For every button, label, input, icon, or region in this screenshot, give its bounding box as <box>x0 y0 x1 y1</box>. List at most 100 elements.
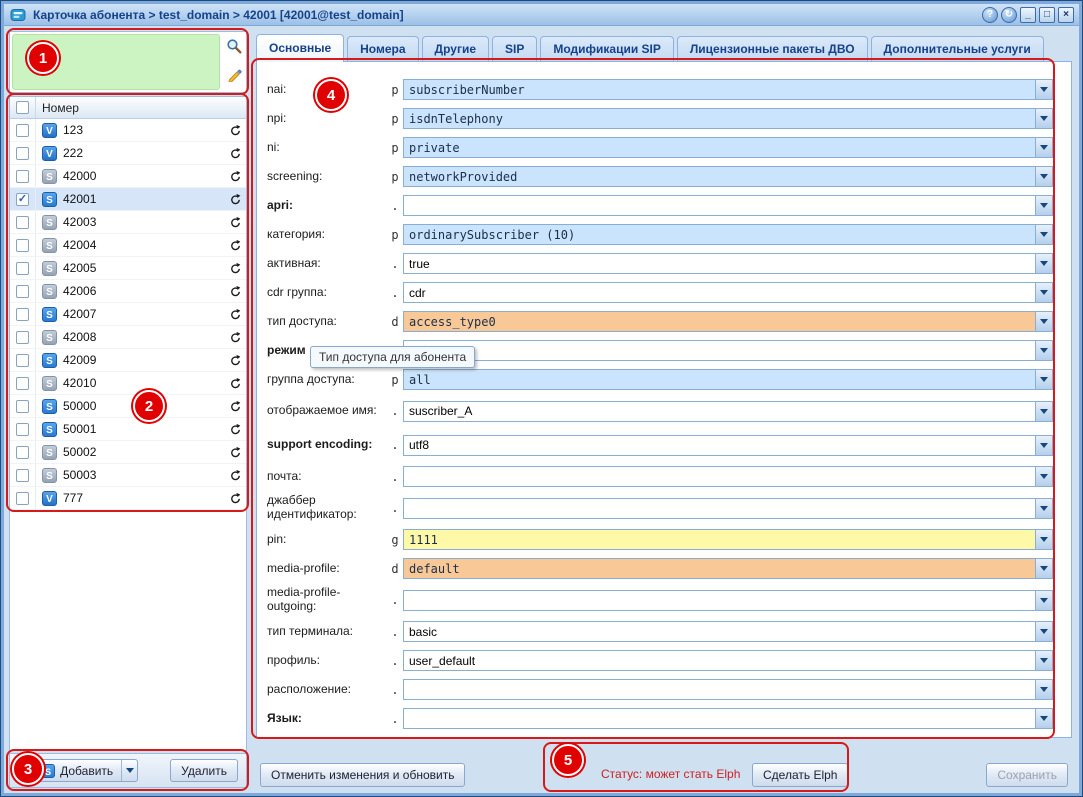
tab-3[interactable]: Другие <box>422 36 489 61</box>
dropdown-trigger-icon[interactable] <box>1035 651 1052 670</box>
dropdown-trigger-icon[interactable] <box>1035 530 1052 549</box>
history-icon[interactable] <box>229 285 242 298</box>
row-checkbox[interactable] <box>16 216 29 229</box>
history-icon[interactable] <box>229 239 242 252</box>
combo-field[interactable]: user_default <box>403 650 1053 671</box>
row-checkbox[interactable] <box>16 147 29 160</box>
combo-field[interactable]: suscriber_A <box>403 401 1053 422</box>
combo-field[interactable] <box>403 466 1053 487</box>
combo-field[interactable]: subscriberNumber <box>403 79 1053 100</box>
combo-field[interactable] <box>403 498 1053 519</box>
history-icon[interactable] <box>229 193 242 206</box>
combo-field[interactable]: 1111 <box>403 529 1053 550</box>
combo-field[interactable]: private <box>403 137 1053 158</box>
dropdown-trigger-icon[interactable] <box>1035 709 1052 728</box>
history-icon[interactable] <box>229 354 242 367</box>
edit-pencil-icon[interactable] <box>225 65 243 83</box>
dropdown-trigger-icon[interactable] <box>1035 167 1052 186</box>
list-item-50003[interactable]: S50003 <box>10 464 246 487</box>
row-checkbox[interactable] <box>16 308 29 321</box>
history-icon[interactable] <box>229 124 242 137</box>
row-checkbox[interactable] <box>16 124 29 137</box>
list-item-42008[interactable]: S42008 <box>10 326 246 349</box>
combo-field[interactable]: networkProvided <box>403 166 1053 187</box>
history-icon[interactable] <box>229 469 242 482</box>
history-icon[interactable] <box>229 446 242 459</box>
dropdown-trigger-icon[interactable] <box>1035 467 1052 486</box>
make-elph-button[interactable]: Сделать Elph <box>752 763 848 787</box>
row-checkbox[interactable] <box>16 262 29 275</box>
combo-field[interactable]: cdr <box>403 282 1053 303</box>
list-item-42009[interactable]: S42009 <box>10 349 246 372</box>
list-item-50000[interactable]: S50000 <box>10 395 246 418</box>
dropdown-trigger-icon[interactable] <box>1035 283 1052 302</box>
tab-5[interactable]: Модификации SIP <box>540 36 674 61</box>
dropdown-trigger-icon[interactable] <box>1035 80 1052 99</box>
tab-4[interactable]: SIP <box>492 36 537 61</box>
list-item-42004[interactable]: S42004 <box>10 234 246 257</box>
row-checkbox[interactable] <box>16 331 29 344</box>
list-item-42000[interactable]: S42000 <box>10 165 246 188</box>
history-icon[interactable] <box>229 262 242 275</box>
list-item-50002[interactable]: S50002 <box>10 441 246 464</box>
select-all-checkbox[interactable] <box>16 101 29 114</box>
refresh-icon[interactable]: ↻ <box>1001 7 1017 23</box>
dropdown-trigger-icon[interactable] <box>1035 341 1052 360</box>
number-column-header[interactable]: Номер <box>36 97 246 118</box>
row-checkbox[interactable] <box>16 285 29 298</box>
close-icon[interactable]: × <box>1058 7 1074 23</box>
combo-field[interactable]: ordinarySubscriber (10) <box>403 224 1053 245</box>
history-icon[interactable] <box>229 216 242 229</box>
dropdown-trigger-icon[interactable] <box>1035 622 1052 641</box>
maximize-icon[interactable]: □ <box>1039 7 1055 23</box>
dropdown-trigger-icon[interactable] <box>1035 138 1052 157</box>
history-icon[interactable] <box>229 308 242 321</box>
combo-field[interactable]: all <box>403 369 1053 390</box>
tab-6[interactable]: Лицензионные пакеты ДВО <box>677 36 868 61</box>
history-icon[interactable] <box>229 400 242 413</box>
list-item-42007[interactable]: S42007 <box>10 303 246 326</box>
save-button[interactable]: Сохранить <box>986 763 1068 787</box>
dropdown-trigger-icon[interactable] <box>1035 499 1052 518</box>
list-item-50001[interactable]: S50001 <box>10 418 246 441</box>
dropdown-trigger-icon[interactable] <box>1035 312 1052 331</box>
minimize-icon[interactable]: _ <box>1020 7 1036 23</box>
cancel-and-refresh-button[interactable]: Отменить изменения и обновить <box>260 763 465 787</box>
dropdown-trigger-icon[interactable] <box>1035 559 1052 578</box>
combo-field[interactable]: isdnTelephony <box>403 108 1053 129</box>
row-checkbox[interactable] <box>16 354 29 367</box>
dropdown-trigger-icon[interactable] <box>1035 109 1052 128</box>
combo-field[interactable]: basic <box>403 621 1053 642</box>
row-checkbox[interactable] <box>16 469 29 482</box>
combo-field[interactable] <box>403 590 1053 611</box>
history-icon[interactable] <box>229 331 242 344</box>
delete-button[interactable]: Удалить <box>170 759 238 782</box>
list-item-123[interactable]: V123 <box>10 119 246 142</box>
combo-field[interactable] <box>403 708 1053 729</box>
add-dropdown-arrow-icon[interactable] <box>121 760 137 781</box>
dropdown-trigger-icon[interactable] <box>1035 591 1052 610</box>
dropdown-trigger-icon[interactable] <box>1035 402 1052 421</box>
search-icon[interactable] <box>225 37 243 55</box>
search-input[interactable] <box>12 34 220 90</box>
tab-7[interactable]: Дополнительные услуги <box>871 36 1044 61</box>
history-icon[interactable] <box>229 423 242 436</box>
dropdown-trigger-icon[interactable] <box>1035 196 1052 215</box>
tab-2[interactable]: Номера <box>347 36 418 61</box>
help-icon[interactable]: ? <box>982 7 998 23</box>
combo-field[interactable]: utf8 <box>403 435 1053 456</box>
tab-1[interactable]: Основные <box>256 34 344 62</box>
row-checkbox[interactable] <box>16 492 29 505</box>
list-item-777[interactable]: V777 <box>10 487 246 510</box>
combo-field[interactable]: default <box>403 558 1053 579</box>
dropdown-trigger-icon[interactable] <box>1035 254 1052 273</box>
list-item-42003[interactable]: S42003 <box>10 211 246 234</box>
combo-field[interactable]: true <box>403 253 1053 274</box>
row-checkbox[interactable] <box>16 377 29 390</box>
combo-field[interactable]: access_type0 <box>403 311 1053 332</box>
row-checkbox[interactable] <box>16 170 29 183</box>
dropdown-trigger-icon[interactable] <box>1035 370 1052 389</box>
row-checkbox[interactable]: ✓ <box>16 193 29 206</box>
list-item-42010[interactable]: S42010 <box>10 372 246 395</box>
dropdown-trigger-icon[interactable] <box>1035 436 1052 455</box>
